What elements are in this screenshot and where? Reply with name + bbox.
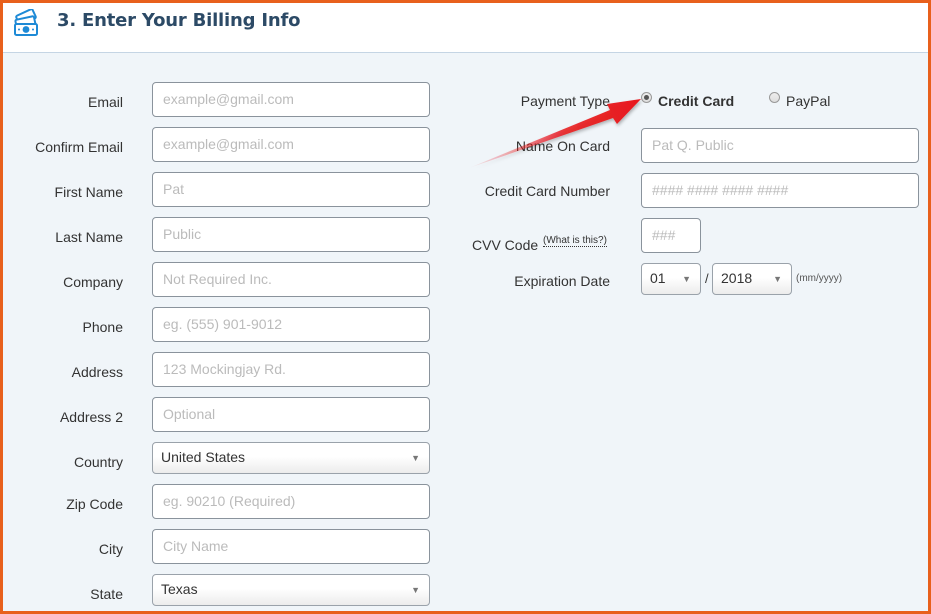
address-2-label: Address 2 (59, 409, 123, 425)
chevron-down-icon: ▼ (411, 585, 420, 595)
billing-panel: 3. Enter Your Billing Info Email example@… (0, 0, 931, 614)
address-input[interactable]: 123 Mockingjay Rd. (152, 352, 430, 387)
city-label: City (98, 541, 123, 557)
expiration-year-value: 2018 (721, 270, 753, 286)
paypal-option-label[interactable]: PayPal (786, 93, 830, 109)
credit-card-radio[interactable] (641, 92, 652, 103)
email-label: Email (87, 94, 123, 110)
country-label: Country (73, 454, 123, 470)
cvv-help-link[interactable]: (What is this?) (543, 235, 607, 247)
expiration-year-select[interactable]: 2018 ▼ (712, 263, 792, 295)
state-value: Texas (161, 581, 198, 597)
cvv-help-text[interactable]: (What is this?) (543, 235, 607, 247)
name-on-card-input[interactable]: Pat Q. Public (641, 128, 919, 163)
chevron-down-icon: ▼ (773, 274, 782, 284)
phone-label: Phone (82, 319, 123, 335)
last-name-input[interactable]: Public (152, 217, 430, 252)
section-title: 3. Enter Your Billing Info (57, 10, 301, 31)
address-2-input[interactable]: Optional (152, 397, 430, 432)
state-select[interactable]: Texas ▼ (152, 574, 430, 606)
state-label: State (90, 586, 123, 602)
zip-code-input[interactable]: eg. 90210 (Required) (152, 484, 430, 519)
chevron-down-icon: ▼ (411, 453, 420, 463)
company-label: Company (63, 274, 123, 290)
email-input[interactable]: example@gmail.com (152, 82, 430, 117)
credit-card-option-label[interactable]: Credit Card (658, 93, 734, 109)
card-number-input[interactable]: #### #### #### #### (641, 173, 919, 208)
country-select[interactable]: United States ▼ (152, 442, 430, 474)
name-on-card-label: Name On Card (515, 138, 610, 154)
zip-code-label: Zip Code (66, 496, 123, 512)
expiration-month-value: 01 (650, 270, 666, 286)
first-name-label: First Name (54, 184, 123, 200)
paypal-radio[interactable] (769, 92, 780, 103)
section-header: 3. Enter Your Billing Info (3, 3, 928, 53)
money-icon (11, 8, 41, 39)
company-input[interactable]: Not Required Inc. (152, 262, 430, 297)
confirm-email-input[interactable]: example@gmail.com (152, 127, 430, 162)
payment-type-label: Payment Type (520, 93, 610, 109)
first-name-input[interactable]: Pat (152, 172, 430, 207)
chevron-down-icon: ▼ (682, 274, 691, 284)
city-input[interactable]: City Name (152, 529, 430, 564)
card-number-label: Credit Card Number (484, 183, 610, 199)
expiration-month-select[interactable]: 01 ▼ (641, 263, 701, 295)
expiration-separator: / (705, 271, 709, 286)
address-label: Address (71, 364, 123, 380)
last-name-label: Last Name (55, 229, 123, 245)
phone-input[interactable]: eg. (555) 901-9012 (152, 307, 430, 342)
cvv-input[interactable]: ### (641, 218, 701, 253)
arrow-shape (469, 99, 641, 168)
confirm-email-label: Confirm Email (35, 139, 123, 155)
expiration-label: Expiration Date (514, 273, 610, 289)
expiration-format-hint: (mm/yyyy) (796, 273, 843, 284)
country-value: United States (161, 449, 246, 465)
cvv-label: CVV Code (472, 237, 539, 253)
